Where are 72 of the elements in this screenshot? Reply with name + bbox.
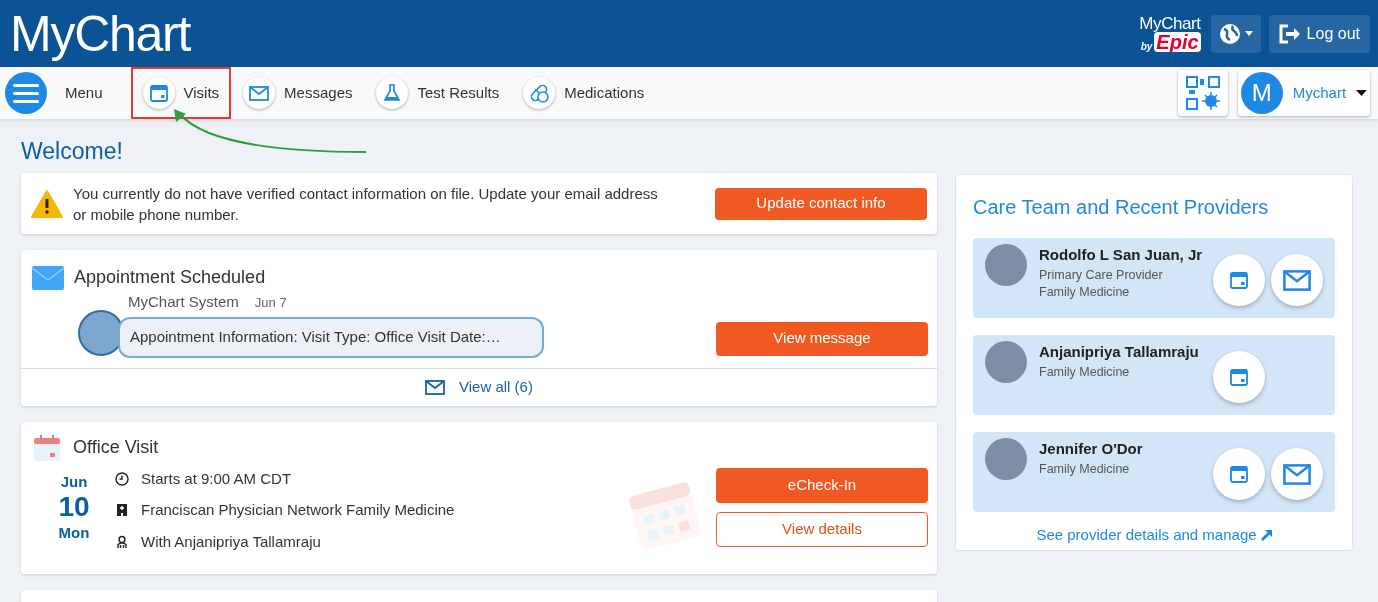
menu-icon	[5, 72, 47, 114]
provider-name: Anjanipriya Tallamraju	[1039, 342, 1199, 362]
logout-icon	[1278, 23, 1301, 44]
schedule-button[interactable]	[1213, 351, 1265, 403]
provider-photo-placeholder	[985, 341, 1027, 383]
provider-details-link[interactable]: See provider details and manage	[1036, 524, 1272, 547]
nav-tab[interactable]: Test Results	[364, 67, 512, 119]
clock-icon	[115, 471, 129, 486]
provider-role: Primary Care Provider	[1039, 266, 1164, 284]
globe-icon	[1218, 22, 1241, 45]
provider-name: Rodolfo L San Juan, Jr	[1039, 245, 1203, 265]
visit-detail: Starts at 9:00 AM CDT	[141, 468, 292, 489]
qr-code-button[interactable]	[1178, 70, 1228, 116]
visit-detail: With Anjanipriya Tallamraju	[141, 531, 321, 552]
qr-code-virus-icon	[1185, 75, 1221, 111]
mail-icon	[1283, 269, 1311, 291]
person-icon	[115, 534, 129, 549]
view-all-link[interactable]: View all (6)	[425, 375, 533, 399]
schedule-button[interactable]	[1213, 254, 1265, 306]
calendar-icon	[148, 83, 169, 103]
nav-tab[interactable]: Messages	[231, 67, 365, 119]
visit-day: 10	[58, 492, 90, 521]
account-button[interactable]: M Mychart	[1238, 70, 1370, 116]
pill-icon	[528, 82, 551, 104]
calendar-icon	[1229, 270, 1249, 290]
provider-role: Family Medicine	[1039, 460, 1131, 478]
sender-name: MyChart System	[128, 292, 239, 312]
mail-icon	[425, 379, 446, 395]
warning-icon	[31, 189, 63, 218]
provider-photo-placeholder	[985, 438, 1027, 480]
flask-icon	[382, 83, 403, 103]
nav-tab[interactable]: Medications	[511, 67, 657, 119]
care-team-title: Care Team and Recent Providers	[973, 195, 1270, 220]
message-preview[interactable]: Appointment Information: Visit Type: Office Visit Date:…	[118, 316, 544, 358]
clinic-icon	[115, 503, 129, 518]
message-button[interactable]	[1271, 254, 1323, 306]
provider-role: Family Medicine	[1039, 283, 1131, 301]
calendar-icon	[1229, 464, 1249, 484]
update-contact-button[interactable]: Update contact info	[715, 187, 927, 220]
card-title: Appointment Scheduled	[74, 266, 266, 289]
welcome-heading: Welcome!	[21, 137, 124, 165]
view-message-button[interactable]: View message	[716, 321, 928, 356]
provider-photo-placeholder	[985, 244, 1027, 286]
visit-month: Jun	[60, 473, 88, 489]
language-button[interactable]	[1210, 14, 1261, 53]
external-link-icon	[1260, 529, 1272, 541]
envelope-icon	[32, 265, 64, 290]
caret-icon	[1356, 90, 1367, 96]
logout-button[interactable]: Log out	[1268, 14, 1370, 53]
provider-role: Family Medicine	[1039, 363, 1131, 381]
caret-icon	[1244, 31, 1253, 36]
menu-button[interactable]: Menu	[5, 72, 103, 114]
calendar-icon	[1229, 367, 1249, 387]
provider-name: Jennifer O'Dor	[1039, 439, 1143, 459]
calendar-icon	[33, 433, 61, 462]
message-button[interactable]	[1271, 448, 1323, 500]
message-date: Jun 7	[254, 294, 287, 312]
echeck-in-button[interactable]: eCheck-In	[716, 467, 928, 503]
alert-message: You currently do not have verified contact information on file. Update your email address or mobile phone number.	[73, 183, 659, 225]
visit-weekday: Mon	[58, 524, 90, 540]
schedule-button[interactable]	[1213, 448, 1265, 500]
mail-icon	[1283, 463, 1311, 485]
view-details-button[interactable]: View details	[716, 511, 928, 547]
logo-text: by	[1140, 42, 1153, 52]
logo-text: MyChart	[1139, 15, 1201, 32]
mychart-logo[interactable]: MyChart	[10, 8, 191, 59]
user-avatar: M	[1241, 72, 1283, 114]
logo-text: Epic	[1154, 32, 1201, 52]
visit-detail: Franciscan Physician Network Family Medicine	[141, 500, 455, 520]
nav-tab[interactable]: Visits	[130, 67, 232, 119]
mail-icon	[249, 85, 270, 101]
card-title: Office Visit	[73, 436, 159, 459]
